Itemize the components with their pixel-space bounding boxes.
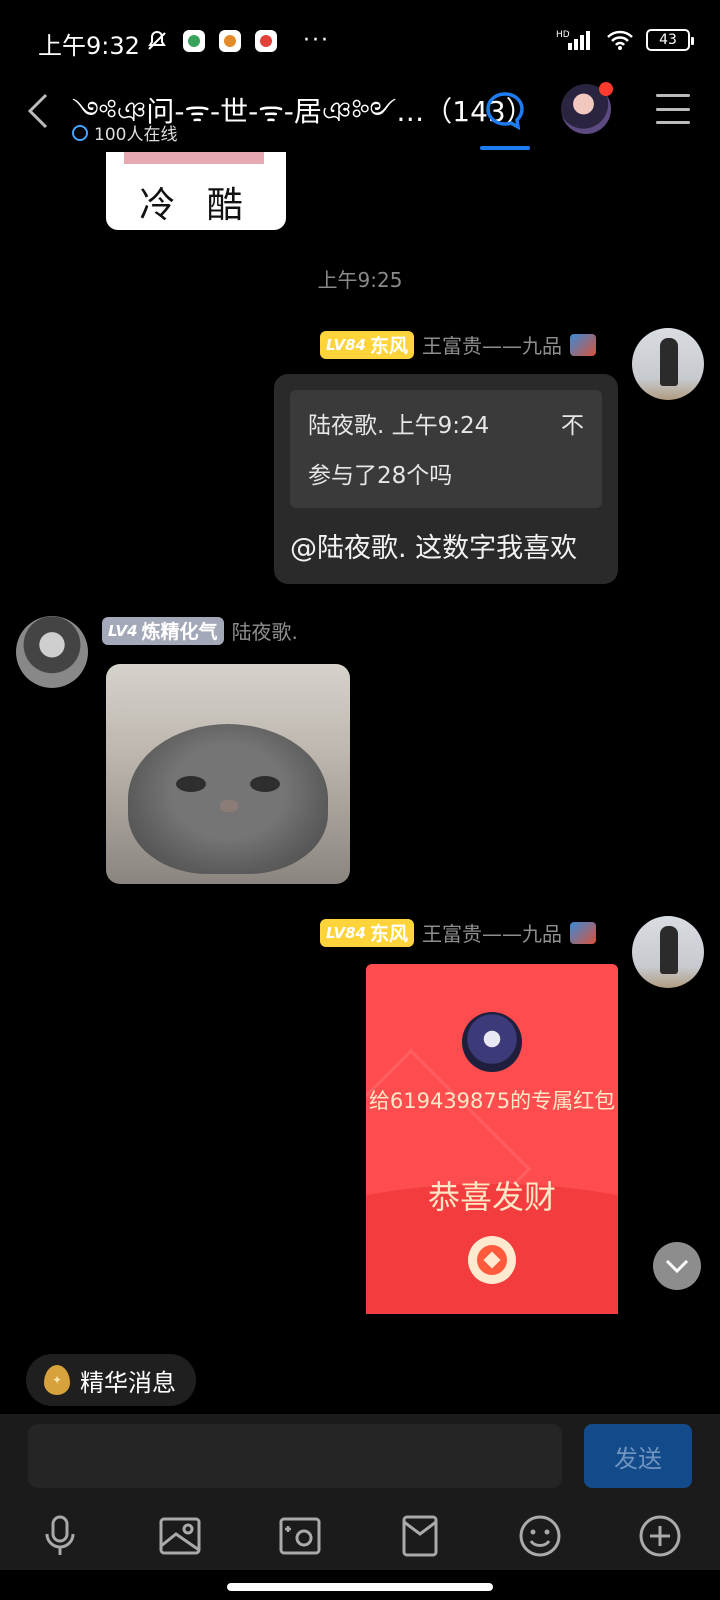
back-button[interactable] — [20, 88, 56, 134]
home-indicator[interactable] — [227, 1583, 493, 1591]
sender-name[interactable]: 王富贵——九品 — [422, 918, 562, 947]
essence-label: 精华消息 — [80, 1368, 176, 1397]
red-packet-sender-avatar — [462, 1012, 522, 1072]
cat-sticker-image[interactable] — [106, 664, 350, 884]
menu-icon — [656, 94, 690, 97]
voice-button[interactable] — [34, 1510, 86, 1562]
message-bubble[interactable]: 陆夜歌. 上午9:24 不 参与了28个吗 @陆夜歌. 这数字我喜欢 — [274, 374, 618, 584]
sticker-image[interactable]: 冷 酷 — [106, 152, 286, 230]
sender-info: LV84 东风 王富贵——九品 — [320, 918, 596, 947]
scroll-to-bottom-button[interactable] — [653, 1242, 701, 1290]
sticker-text: 冷 酷 — [139, 185, 253, 226]
message-text: @陆夜歌. 这数字我喜欢 — [290, 533, 578, 564]
status-time: 上午9:32 — [38, 32, 140, 60]
red-packet-recipient: 给619439875的专属红包 — [368, 1089, 616, 1113]
mute-icon — [148, 30, 166, 50]
level-badge: LV84 东风 — [320, 918, 414, 947]
more-button[interactable] — [634, 1510, 686, 1562]
group-avatar[interactable] — [561, 82, 613, 134]
emoji-button[interactable] — [514, 1510, 566, 1562]
essence-icon: ✦ — [44, 1365, 70, 1395]
send-button[interactable]: 发送 — [584, 1424, 692, 1488]
plus-icon — [639, 1515, 681, 1557]
avatar[interactable] — [632, 328, 704, 400]
sender-name[interactable]: 王富贵——九品 — [422, 330, 562, 359]
red-packet-greeting: 恭喜发财 — [427, 1178, 556, 1216]
microphone-icon — [45, 1515, 75, 1555]
battery-level: 43 — [659, 32, 677, 48]
red-packet-open-icon[interactable] — [468, 1236, 516, 1284]
level-badge: LV4 炼精化气 — [102, 616, 224, 645]
essence-messages-button[interactable]: ✦ 精华消息 — [26, 1354, 196, 1406]
avatar[interactable] — [16, 616, 88, 688]
online-count-label: 100人在线 — [94, 125, 178, 145]
quote-body: 参与了28个吗 — [308, 463, 453, 489]
image-icon — [159, 1517, 201, 1555]
app-notification-icon — [183, 29, 205, 52]
chat-header: ༺ঞ问-ᯤ-世-ᯤ-居ঞ༻…（143） 100人在线 — [0, 80, 720, 152]
dragon-icon — [570, 921, 596, 944]
quoted-message[interactable]: 陆夜歌. 上午9:24 不 参与了28个吗 — [290, 390, 602, 508]
quote-header: 陆夜歌. 上午9:24 — [308, 413, 490, 439]
notification-dot — [599, 82, 613, 96]
wifi-icon — [607, 30, 633, 50]
message-input[interactable] — [28, 1424, 562, 1488]
sender-info: LV4 炼精化气 陆夜歌. — [102, 616, 298, 645]
quote-header-end: 不 — [561, 413, 584, 439]
app-notification-icon — [219, 29, 241, 52]
chevron-left-icon — [27, 93, 48, 129]
signal-icon: HD — [556, 30, 590, 50]
dragon-icon — [570, 333, 596, 356]
network-label: HD — [556, 30, 570, 40]
camera-icon — [279, 1517, 321, 1555]
menu-button[interactable] — [656, 94, 690, 124]
composer: 发送 — [0, 1414, 720, 1570]
message-timestamp: 上午9:25 — [317, 268, 403, 292]
level-badge: LV84 东风 — [320, 330, 414, 359]
red-packet[interactable]: 给619439875的专属红包 恭喜发财 — [366, 964, 618, 1314]
online-count[interactable]: 100人在线 — [72, 120, 177, 145]
online-status-icon — [72, 124, 88, 141]
sender-info: LV84 东风 王富贵——九品 — [320, 330, 596, 359]
status-right-icons: HD 43 — [556, 28, 694, 52]
red-packet-button[interactable] — [394, 1510, 446, 1562]
status-notification-icons: ··· — [145, 28, 330, 53]
chevron-down-icon — [665, 1259, 689, 1274]
emoji-icon — [519, 1515, 561, 1557]
status-bar: 上午9:32 ··· HD 43 — [0, 0, 720, 80]
camera-button[interactable] — [274, 1510, 326, 1562]
image-button[interactable] — [154, 1510, 206, 1562]
composer-toolbar — [0, 1510, 720, 1566]
battery-icon: 43 — [646, 29, 694, 51]
chat-bubble-icon — [486, 92, 524, 131]
app-notification-icon — [255, 29, 277, 52]
tab-chat[interactable] — [480, 86, 530, 150]
more-notifications-icon: ··· — [303, 28, 330, 53]
red-packet-icon — [402, 1515, 438, 1557]
avatar[interactable] — [632, 916, 704, 988]
tab-indicator — [480, 146, 530, 150]
sender-name[interactable]: 陆夜歌. — [232, 616, 298, 645]
